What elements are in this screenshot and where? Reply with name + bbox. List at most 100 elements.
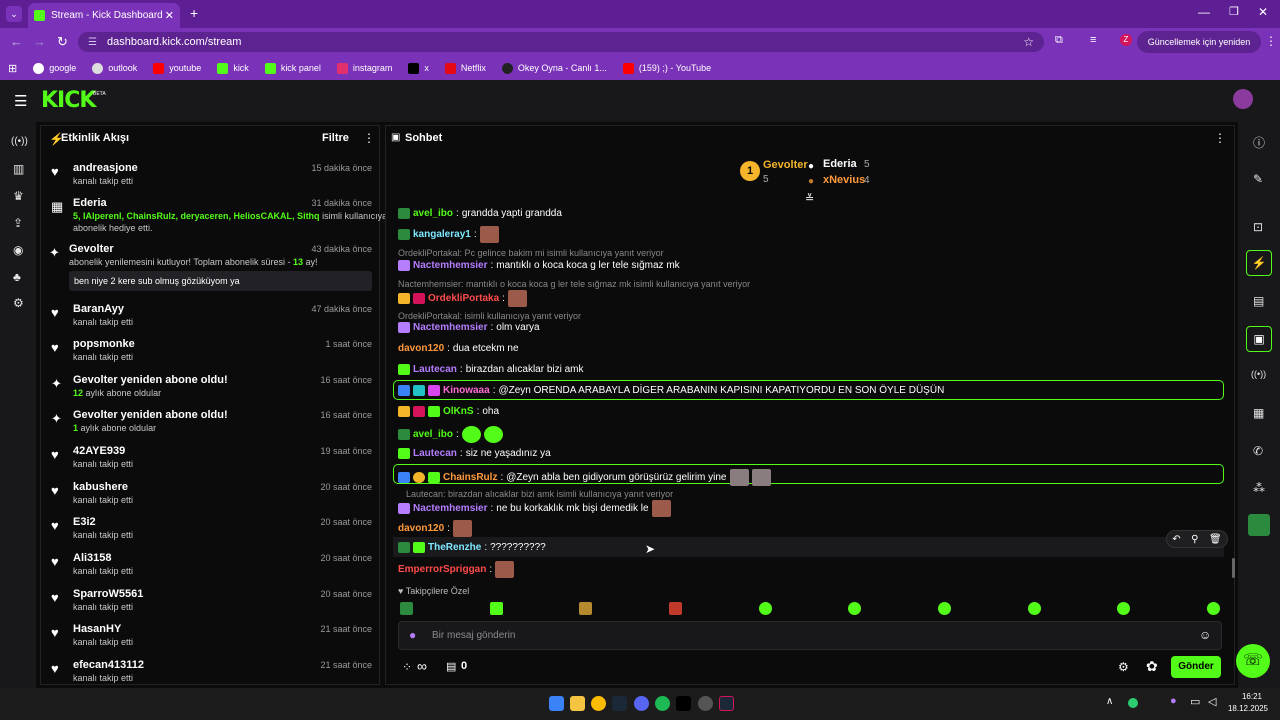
emoji-icon[interactable]: ☺ (1199, 628, 1211, 642)
wrench-icon[interactable]: ✆ (1253, 444, 1263, 458)
clock-time[interactable]: 16:21 (1228, 692, 1262, 701)
site-info-icon[interactable]: ☰ (88, 37, 97, 48)
emote-menu-icon[interactable]: ✿ (1146, 658, 1158, 675)
trophy-icon[interactable]: ♛ (13, 189, 24, 203)
heart-icon: ♥ (51, 554, 59, 569)
broadcast-icon[interactable]: ((•)) (1251, 369, 1266, 379)
clock-date[interactable]: 18.12.2025 (1222, 704, 1268, 713)
chat-toggle-icon[interactable]: ▣ (1246, 326, 1272, 352)
restore-icon[interactable]: ❐ (1229, 5, 1239, 18)
discord-icon[interactable] (634, 696, 649, 711)
bookmark-youtube[interactable]: youtube (153, 62, 201, 74)
file-explorer-icon[interactable] (570, 696, 585, 711)
windows-start-icon[interactable] (549, 696, 564, 711)
shop-icon[interactable]: ▤ (446, 660, 456, 673)
reply-icon[interactable]: ↶ (1172, 534, 1180, 545)
bookmark-google[interactable]: google (33, 62, 76, 74)
emote-icon[interactable] (668, 602, 682, 615)
update-restart-button[interactable]: Güncellemek için yeniden başlat (1137, 31, 1261, 69)
emote-icon[interactable] (1117, 602, 1131, 615)
bookmark-kick-panel[interactable]: kick panel (264, 62, 321, 74)
emote-icon (461, 426, 481, 443)
spotify-icon[interactable] (655, 696, 670, 711)
emote-icon[interactable] (400, 602, 413, 615)
leader-first-name: Gevolter (763, 159, 808, 171)
chrome-icon[interactable] (591, 696, 606, 711)
steam-active-icon[interactable] (719, 696, 734, 711)
emote-icon[interactable] (758, 602, 772, 615)
tab-close-icon[interactable]: ✕ (165, 9, 174, 22)
community-icon[interactable]: ♣ (13, 270, 21, 284)
emote-icon[interactable] (579, 602, 593, 615)
emote-icon[interactable] (489, 602, 503, 615)
chat-message: davon120: (398, 520, 472, 537)
bookmark-okey[interactable]: Okey Oyna - Canlı 1... (501, 62, 607, 74)
help-bubble-icon[interactable]: ☏ (1236, 644, 1270, 678)
bookmark-outlook[interactable]: outlook (92, 62, 137, 74)
new-tab-icon[interactable]: + (190, 5, 198, 21)
kick-logo[interactable]: KICK (41, 88, 96, 113)
bookmark-star-icon[interactable]: ☆ (1023, 35, 1034, 49)
leader-first-count: 5 (763, 174, 769, 185)
forward-icon[interactable]: → (33, 34, 46, 49)
network-icon[interactable]: ▭ (1190, 695, 1200, 708)
browser-menu-icon[interactable]: ⋮ (1265, 34, 1277, 48)
hamburger-menu-icon[interactable]: ☰ (14, 92, 27, 110)
edit-icon[interactable]: ✎ (1253, 172, 1263, 186)
apps-grid-icon[interactable]: ⊞ (8, 62, 17, 75)
browser-tab[interactable]: Stream - Kick Dashboard ✕ (28, 3, 180, 28)
layout-icon[interactable]: ▦ (1253, 406, 1264, 420)
url-bar[interactable]: ☰ dashboard.kick.com/stream ☆ (78, 32, 1044, 52)
emote-icon[interactable] (937, 602, 951, 615)
integrations-icon[interactable]: ⁂ (1253, 481, 1265, 495)
bookmark-youtube-2[interactable]: (159) ;) - YouTube (622, 62, 711, 74)
pinned-toggle-icon[interactable]: ≚ (805, 192, 814, 205)
emote-icon[interactable] (1027, 602, 1041, 615)
chat-scrollbar[interactable] (1232, 558, 1235, 578)
window-close-icon[interactable]: ✕ (1258, 5, 1268, 19)
back-icon[interactable]: ← (10, 34, 23, 49)
screenshot-icon[interactable]: ⊡ (1253, 220, 1263, 234)
bookmark-x[interactable]: x (408, 62, 429, 74)
activity-menu-icon[interactable]: ⋮ (363, 131, 375, 145)
steam-icon[interactable] (612, 696, 627, 711)
emote-icon[interactable] (848, 602, 862, 615)
settings-icon[interactable]: ⚙ (13, 296, 24, 310)
extensions-icon[interactable]: ⧉ (1055, 34, 1063, 47)
user-avatar[interactable] (1233, 89, 1253, 109)
minimize-icon[interactable]: — (1198, 5, 1210, 19)
pin-icon[interactable]: ⚲ (1191, 534, 1198, 545)
send-button[interactable]: Gönder (1171, 656, 1221, 678)
message-input[interactable]: ● Bir mesaj gönderin ☺ (398, 621, 1222, 650)
stream-icon[interactable]: ((•)) (11, 136, 28, 147)
emote-icon[interactable] (1206, 602, 1220, 615)
filter-button[interactable]: Filtre (322, 132, 349, 144)
bookmark-kick[interactable]: kick (217, 62, 249, 74)
info-icon[interactable]: ⓘ (1253, 134, 1265, 151)
input-placeholder[interactable]: Bir mesaj gönderin (432, 630, 515, 641)
activity-toggle-icon[interactable]: ⚡ (1246, 250, 1272, 276)
bookmark-netflix[interactable]: Netflix (444, 62, 486, 74)
tray-app-icon[interactable] (1128, 698, 1138, 708)
bookmark-instagram[interactable]: instagram (336, 62, 392, 74)
camera-icon[interactable]: ◉ (13, 243, 23, 257)
upload-icon[interactable]: ⇪ (13, 216, 23, 230)
mic-tray-icon[interactable]: ● (1170, 695, 1177, 707)
reload-icon[interactable]: ↻ (57, 34, 68, 50)
game-icon[interactable] (1248, 514, 1270, 536)
tray-expand-icon[interactable]: ∧ (1106, 696, 1113, 707)
profile-avatar[interactable]: Z (1120, 34, 1132, 46)
chat-settings-icon[interactable]: ⚙ (1118, 660, 1129, 674)
volume-icon[interactable]: ◁ (1208, 695, 1216, 708)
app-icon[interactable] (698, 696, 713, 711)
media-controls-icon[interactable]: ≡ (1090, 34, 1096, 46)
chat-menu-icon[interactable]: ⋮ (1214, 131, 1226, 145)
gift-icon: ▦ (51, 199, 64, 214)
url-text[interactable]: dashboard.kick.com/stream (107, 36, 242, 48)
microphone-icon[interactable]: ● (409, 628, 416, 642)
delete-icon[interactable]: 🗑 (1209, 534, 1222, 545)
tab-list-icon[interactable]: ⌄ (6, 6, 22, 22)
tiktok-icon[interactable] (676, 696, 691, 711)
notes-icon[interactable]: ▤ (1253, 294, 1264, 308)
analytics-icon[interactable]: ▥ (13, 162, 24, 176)
